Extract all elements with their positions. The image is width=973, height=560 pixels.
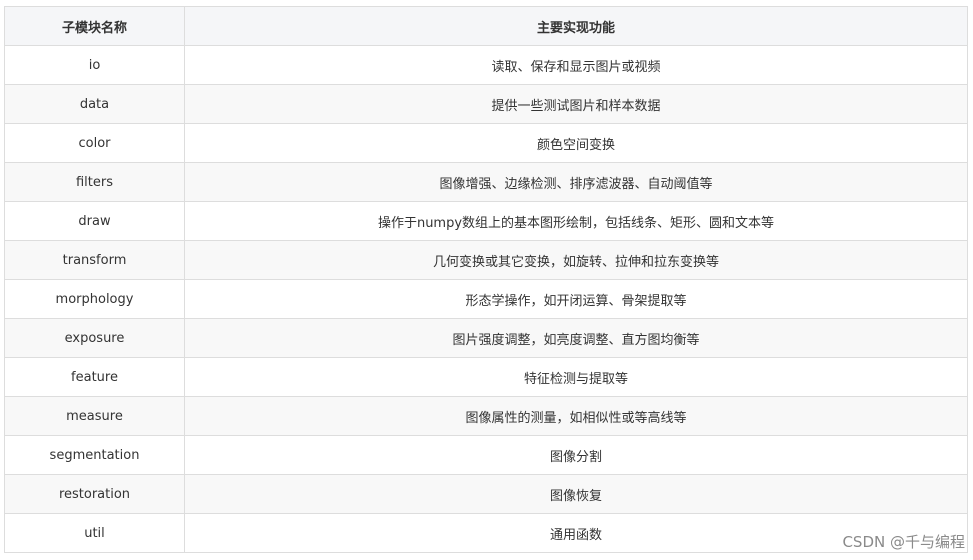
submodule-name-cell: measure [4, 396, 185, 436]
submodule-name-cell: transform [4, 240, 185, 280]
submodule-name-cell: color [4, 123, 185, 163]
submodule-name-cell: exposure [4, 318, 185, 358]
function-cell: 提供一些测试图片和样本数据 [184, 84, 968, 124]
table-row: filters 图像增强、边缘检测、排序滤波器、自动阈值等 [4, 162, 968, 202]
header-submodule-name: 子模块名称 [4, 6, 185, 46]
table-row: util 通用函数 [4, 513, 968, 553]
function-cell: 读取、保存和显示图片或视频 [184, 45, 968, 85]
header-main-function: 主要实现功能 [184, 6, 968, 46]
submodule-name-cell: draw [4, 201, 185, 241]
submodule-name-cell: filters [4, 162, 185, 202]
table-row: morphology 形态学操作，如开闭运算、骨架提取等 [4, 279, 968, 319]
submodule-name-cell: feature [4, 357, 185, 397]
function-cell: 几何变换或其它变换，如旋转、拉伸和拉东变换等 [184, 240, 968, 280]
function-cell: 图像分割 [184, 435, 968, 475]
header-row: 子模块名称 主要实现功能 [4, 6, 968, 46]
table-row: transform 几何变换或其它变换，如旋转、拉伸和拉东变换等 [4, 240, 968, 280]
function-cell: 图片强度调整，如亮度调整、直方图均衡等 [184, 318, 968, 358]
table-row: restoration 图像恢复 [4, 474, 968, 514]
function-cell: 特征检测与提取等 [184, 357, 968, 397]
table-row: feature 特征检测与提取等 [4, 357, 968, 397]
function-cell: 图像恢复 [184, 474, 968, 514]
submodule-name-cell: io [4, 45, 185, 85]
table-header: 子模块名称 主要实现功能 [4, 6, 968, 46]
function-cell: 形态学操作，如开闭运算、骨架提取等 [184, 279, 968, 319]
function-cell: 颜色空间变换 [184, 123, 968, 163]
submodule-name-cell: util [4, 513, 185, 553]
submodule-name-cell: data [4, 84, 185, 124]
table-row: draw 操作于numpy数组上的基本图形绘制，包括线条、矩形、圆和文本等 [4, 201, 968, 241]
table-row: measure 图像属性的测量，如相似性或等高线等 [4, 396, 968, 436]
table-row: io 读取、保存和显示图片或视频 [4, 45, 968, 85]
submodule-name-cell: restoration [4, 474, 185, 514]
submodule-name-cell: morphology [4, 279, 185, 319]
function-cell: 操作于numpy数组上的基本图形绘制，包括线条、矩形、圆和文本等 [184, 201, 968, 241]
table-body: io 读取、保存和显示图片或视频 data 提供一些测试图片和样本数据 colo… [4, 45, 968, 553]
table-row: exposure 图片强度调整，如亮度调整、直方图均衡等 [4, 318, 968, 358]
table-row: color 颜色空间变换 [4, 123, 968, 163]
module-table: 子模块名称 主要实现功能 io 读取、保存和显示图片或视频 data 提供一些测… [4, 6, 968, 553]
table-row: data 提供一些测试图片和样本数据 [4, 84, 968, 124]
csdn-watermark: CSDN @千与编程 [842, 533, 965, 551]
function-cell: 图像增强、边缘检测、排序滤波器、自动阈值等 [184, 162, 968, 202]
table-row: segmentation 图像分割 [4, 435, 968, 475]
submodule-name-cell: segmentation [4, 435, 185, 475]
function-cell: 图像属性的测量，如相似性或等高线等 [184, 396, 968, 436]
